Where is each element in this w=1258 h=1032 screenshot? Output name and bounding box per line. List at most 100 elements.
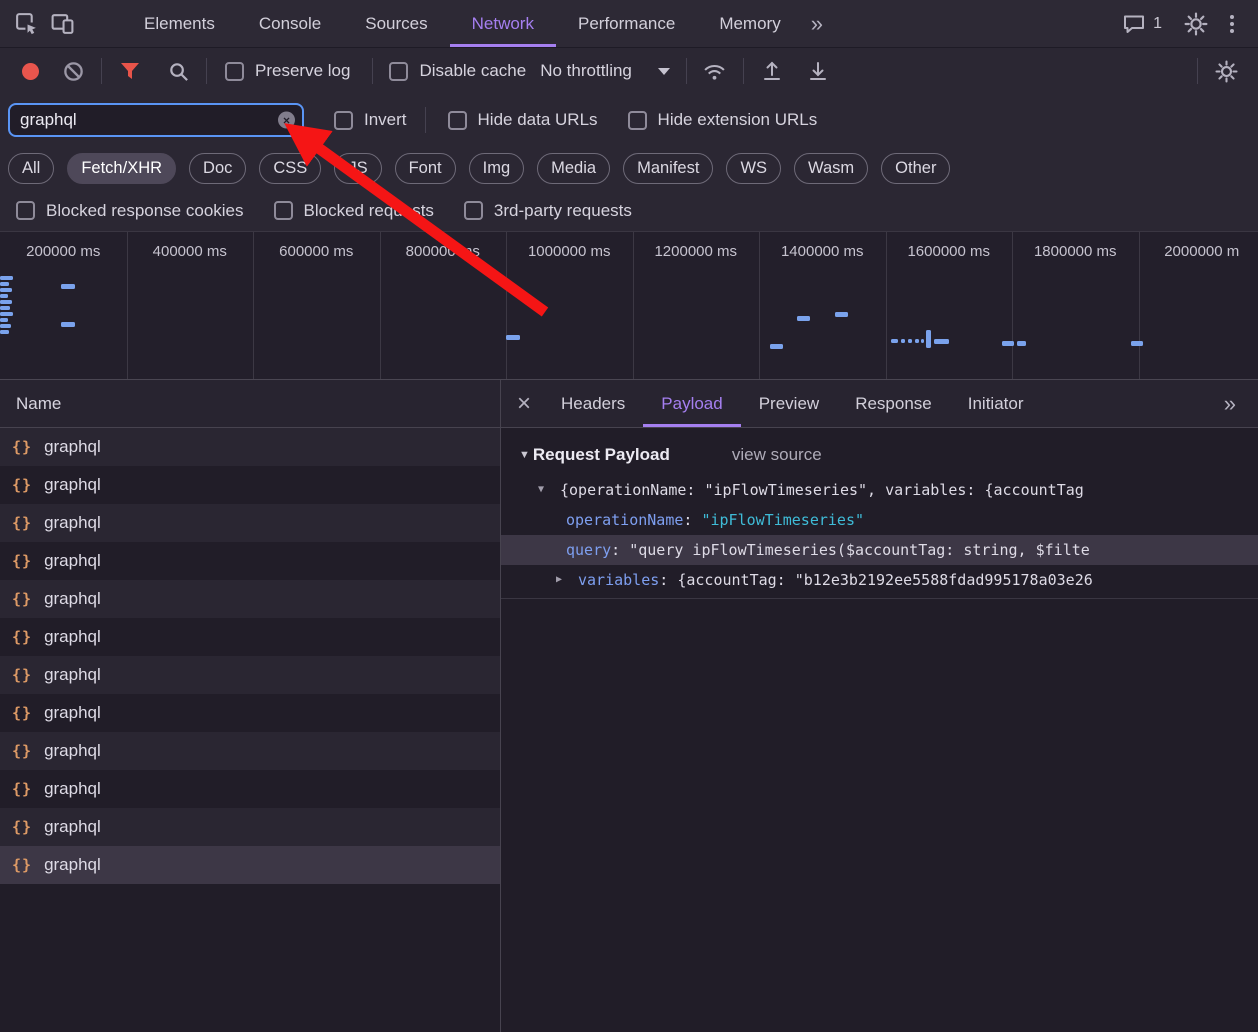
invert-checkbox-group[interactable]: Invert	[334, 110, 407, 130]
search-icon[interactable]	[160, 53, 196, 89]
request-row[interactable]: {}graphql	[0, 542, 500, 580]
type-filter-ws[interactable]: WS	[726, 153, 781, 184]
request-row[interactable]: {}graphql	[0, 732, 500, 770]
type-filter-css[interactable]: CSS	[259, 153, 321, 184]
blocked-cookies-checkbox[interactable]	[16, 201, 35, 220]
json-braces-icon: {}	[12, 438, 32, 456]
network-split-view: Name {}graphql{}graphql{}graphql{}graphq…	[0, 380, 1258, 1032]
type-filter-all[interactable]: All	[8, 153, 54, 184]
hide-data-urls-group[interactable]: Hide data URLs	[448, 110, 598, 130]
preserve-log-checkbox-group[interactable]: Preserve log	[225, 61, 350, 81]
request-name: graphql	[44, 855, 101, 875]
detail-tab-response[interactable]: Response	[837, 380, 950, 427]
message-count-badge: 1	[1153, 15, 1162, 33]
device-toolbar-icon[interactable]	[44, 6, 80, 42]
type-filter-js[interactable]: JS	[334, 153, 381, 184]
detail-tab-headers[interactable]: Headers	[543, 380, 643, 427]
request-row[interactable]: {}graphql	[0, 770, 500, 808]
type-filter-other[interactable]: Other	[881, 153, 950, 184]
timeline-overview[interactable]: 200000 ms400000 ms600000 ms800000 ms1000…	[0, 232, 1258, 380]
type-filter-wasm[interactable]: Wasm	[794, 153, 868, 184]
request-row[interactable]: {}graphql	[0, 656, 500, 694]
preserve-log-checkbox[interactable]	[225, 62, 244, 81]
more-detail-tabs-icon[interactable]: »	[1216, 391, 1244, 417]
network-settings-gear-icon[interactable]	[1208, 53, 1244, 89]
more-tabs-icon[interactable]: »	[803, 11, 831, 37]
devtools-tab-bar: ElementsConsoleSourcesNetworkPerformance…	[0, 0, 1258, 48]
type-filter-media[interactable]: Media	[537, 153, 610, 184]
filter-funnel-icon[interactable]	[112, 53, 148, 89]
record-button[interactable]	[22, 63, 39, 80]
hide-extension-urls-checkbox[interactable]	[628, 111, 647, 130]
disable-cache-checkbox[interactable]	[389, 62, 408, 81]
request-row[interactable]: {}graphql	[0, 466, 500, 504]
tab-sources[interactable]: Sources	[343, 0, 449, 47]
hide-extension-urls-group[interactable]: Hide extension URLs	[628, 110, 818, 130]
devtools-tab-strip: ElementsConsoleSourcesNetworkPerformance…	[122, 0, 803, 47]
type-filter-img[interactable]: Img	[469, 153, 525, 184]
request-name: graphql	[44, 513, 101, 533]
divider	[743, 58, 744, 84]
console-messages-button[interactable]: 1	[1122, 12, 1162, 36]
timeline-gridline	[1139, 232, 1140, 379]
type-filter-doc[interactable]: Doc	[189, 153, 246, 184]
tab-elements[interactable]: Elements	[122, 0, 237, 47]
payload-row-operation-name[interactable]: operationName: "ipFlowTimeseries"	[501, 505, 1258, 535]
request-list-header: Name	[0, 380, 500, 428]
network-conditions-icon[interactable]	[697, 53, 733, 89]
hide-data-urls-checkbox[interactable]	[448, 111, 467, 130]
blocked-requests-group[interactable]: Blocked requests	[274, 201, 434, 221]
expanded-triangle-icon: ▼	[538, 475, 544, 505]
type-filter-font[interactable]: Font	[395, 153, 456, 184]
section-title: Request Payload	[533, 445, 670, 465]
divider	[206, 58, 207, 84]
type-filter-fetch-xhr[interactable]: Fetch/XHR	[67, 153, 176, 184]
waterfall-mark	[797, 316, 810, 321]
column-header-name[interactable]: Name	[0, 394, 61, 414]
detail-tab-initiator[interactable]: Initiator	[950, 380, 1042, 427]
clear-network-log-icon[interactable]	[55, 53, 91, 89]
timeline-label: 200000 ms	[0, 232, 127, 260]
tab-memory[interactable]: Memory	[697, 0, 802, 47]
payload-row-variables[interactable]: ▶variables: {accountTag: "b12e3b2192ee55…	[501, 565, 1258, 595]
invert-checkbox[interactable]	[334, 111, 353, 130]
throttling-select[interactable]: No throttling	[540, 61, 670, 81]
third-party-requests-checkbox[interactable]	[464, 201, 483, 220]
type-filter-manifest[interactable]: Manifest	[623, 153, 713, 184]
waterfall-mark	[934, 339, 949, 344]
filter-input[interactable]	[8, 103, 304, 137]
timeline-gridline	[380, 232, 381, 379]
tab-performance[interactable]: Performance	[556, 0, 697, 47]
detail-tab-preview[interactable]: Preview	[741, 380, 837, 427]
view-source-link[interactable]: view source	[732, 445, 822, 465]
clear-filter-icon[interactable]: ×	[278, 112, 295, 129]
kebab-menu-icon[interactable]	[1214, 6, 1250, 42]
disable-cache-checkbox-group[interactable]: Disable cache	[389, 61, 526, 81]
inspect-element-icon[interactable]	[8, 6, 44, 42]
request-payload-section-header[interactable]: ▼ Request Payload view source	[501, 428, 1258, 475]
export-har-icon[interactable]	[800, 53, 836, 89]
request-row[interactable]: {}graphql	[0, 618, 500, 656]
request-row[interactable]: {}graphql	[0, 846, 500, 884]
blocked-cookies-group[interactable]: Blocked response cookies	[16, 201, 244, 221]
waterfall-mark	[901, 339, 905, 343]
import-har-icon[interactable]	[754, 53, 790, 89]
request-row[interactable]: {}graphql	[0, 808, 500, 846]
request-row[interactable]: {}graphql	[0, 694, 500, 732]
devtools-window: ElementsConsoleSourcesNetworkPerformance…	[0, 0, 1258, 1032]
detail-tab-payload[interactable]: Payload	[643, 380, 740, 427]
settings-gear-icon[interactable]	[1178, 6, 1214, 42]
payload-row-query[interactable]: query: "query ipFlowTimeseries($accountT…	[501, 535, 1258, 565]
request-name: graphql	[44, 437, 101, 457]
third-party-requests-group[interactable]: 3rd-party requests	[464, 201, 632, 221]
request-row[interactable]: {}graphql	[0, 504, 500, 542]
tab-console[interactable]: Console	[237, 0, 343, 47]
blocked-requests-checkbox[interactable]	[274, 201, 293, 220]
payload-summary-row[interactable]: ▼{operationName: "ipFlowTimeseries", var…	[501, 475, 1258, 505]
request-row[interactable]: {} graphql	[0, 428, 500, 466]
request-row[interactable]: {}graphql	[0, 580, 500, 618]
request-details-panel: × HeadersPayloadPreviewResponseInitiator…	[501, 380, 1258, 1032]
close-details-icon[interactable]: ×	[517, 392, 531, 416]
request-name: graphql	[44, 817, 101, 837]
tab-network[interactable]: Network	[450, 0, 556, 47]
